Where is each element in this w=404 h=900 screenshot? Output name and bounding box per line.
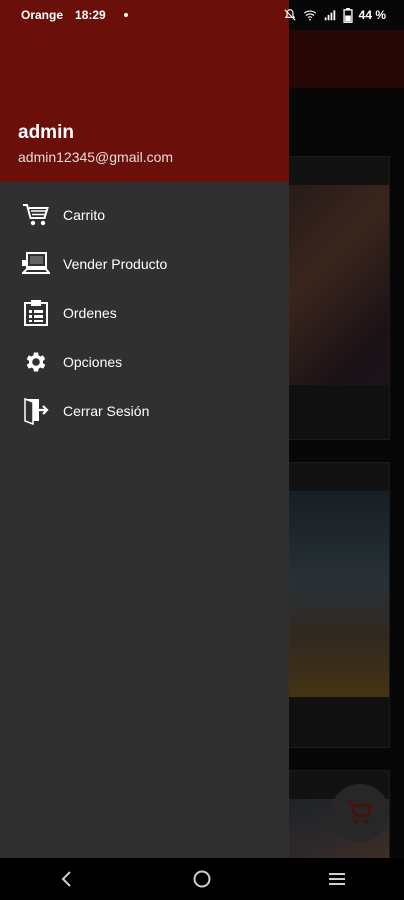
recents-button[interactable] <box>307 858 367 900</box>
carrier-name: Orange <box>21 8 64 22</box>
status-bar: Orange 18:29 44 % <box>0 0 404 30</box>
clipboard-icon <box>22 299 50 327</box>
drawer-menu: Carrito Vender Producto Ordenes Opciones… <box>0 190 289 435</box>
menu-item-label: Vender Producto <box>63 255 168 272</box>
back-icon <box>61 871 72 887</box>
menu-item-label: Ordenes <box>63 304 117 321</box>
gear-icon <box>22 348 50 376</box>
logout-icon <box>22 397 50 425</box>
home-button[interactable] <box>172 858 232 900</box>
user-email: admin12345@gmail.com <box>18 149 174 165</box>
system-navigation-bar <box>0 858 404 900</box>
user-name: admin <box>18 122 74 143</box>
menu-item-opciones[interactable]: Opciones <box>0 337 289 386</box>
menu-item-label: Cerrar Sesión <box>63 402 150 419</box>
signal-icon <box>324 10 335 21</box>
mute-icon <box>283 9 296 21</box>
laptop-icon <box>22 250 50 278</box>
battery-level: 44 % <box>358 8 386 22</box>
navigation-drawer: admin admin12345@gmail.com Carrito Vende… <box>0 0 289 858</box>
menu-item-cerrar-sesion[interactable]: Cerrar Sesión <box>0 386 289 435</box>
menu-item-ordenes[interactable]: Ordenes <box>0 288 289 337</box>
menu-item-carrito[interactable]: Carrito <box>0 190 289 239</box>
menu-item-label: Opciones <box>63 353 123 370</box>
battery-icon <box>343 7 353 23</box>
wifi-icon <box>303 10 316 21</box>
back-button[interactable] <box>37 858 97 900</box>
menu-item-label: Carrito <box>63 206 106 223</box>
notification-dot-icon <box>123 13 128 17</box>
clock: 18:29 <box>75 8 106 22</box>
cart-icon <box>22 201 50 229</box>
menu-lines-icon <box>328 873 345 885</box>
menu-item-vender-producto[interactable]: Vender Producto <box>0 239 289 288</box>
home-circle-icon <box>193 870 211 888</box>
